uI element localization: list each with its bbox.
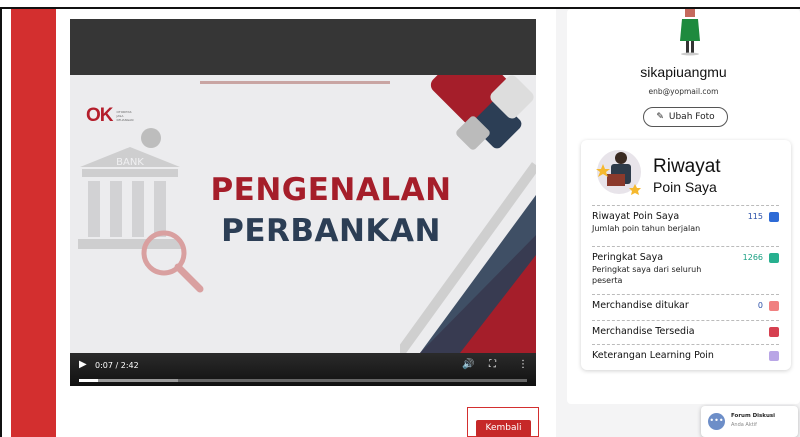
riwayat-subtitle: Poin Saya <box>653 179 717 195</box>
avatar <box>680 9 700 56</box>
video-seek-bar[interactable] <box>79 379 527 382</box>
riwayat-row[interactable]: Riwayat Poin Saya Jumlah poin tahun berja… <box>592 205 779 246</box>
video-frame: OK OTORITAS JASA KEUANGAN BANK PENGENALA… <box>70 75 536 353</box>
back-button[interactable]: Kembali <box>476 420 531 437</box>
video-time: 0:07 / 2:42 <box>95 361 139 370</box>
change-photo-label: Ubah Foto <box>668 112 715 122</box>
slide-circle-decoration <box>141 128 161 148</box>
video-player[interactable]: OK OTORITAS JASA KEUANGAN BANK PENGENALA… <box>70 19 536 386</box>
chat-bubble-icon: ••• <box>708 413 725 430</box>
riwayat-row-label: Peringkat Saya <box>592 252 664 263</box>
riwayat-row[interactable]: Peringkat Saya Peringkat saya dari seluru… <box>592 246 779 294</box>
riwayat-row-description: Jumlah poin tahun berjalan <box>592 224 701 233</box>
pencil-icon: ✎ <box>656 112 664 122</box>
profile-email: enb@yopmail.com <box>648 87 719 96</box>
slide-shapes-decoration <box>400 75 536 353</box>
left-accent-bar <box>11 9 56 437</box>
volume-icon[interactable]: 🔊 <box>462 359 474 370</box>
riwayat-row-label: Merchandise Tersedia <box>592 326 695 337</box>
bank-sign: BANK <box>116 157 144 168</box>
ojk-logo-text: OTORITAS JASA KEUANGAN <box>116 110 134 122</box>
riwayat-row-label: Riwayat Poin Saya <box>592 211 680 222</box>
profile-username: sikapiuangmu <box>640 64 727 80</box>
riwayat-row-value: 115 <box>747 212 763 221</box>
slide-decoration-line <box>200 81 390 84</box>
forum-subtitle: Anda Aktif <box>731 422 757 428</box>
change-photo-button[interactable]: ✎ Ubah Foto <box>643 107 728 127</box>
riwayat-row-description: Peringkat saya dari seluruh peserta <box>592 265 702 285</box>
riwayat-row[interactable]: Merchandise Tersedia <box>592 320 779 344</box>
document-icon <box>769 351 779 361</box>
forum-title: Forum Diskusi <box>731 413 776 419</box>
reading-person-icon <box>596 150 641 195</box>
riwayat-title: Riwayat <box>653 156 721 177</box>
star-icon <box>769 253 779 263</box>
video-letterbox-top <box>70 19 536 75</box>
riwayat-row[interactable]: Keterangan Learning Poin <box>592 344 779 366</box>
riwayat-row-label: Keterangan Learning Poin <box>592 350 714 361</box>
gift-icon <box>769 301 779 311</box>
video-controls: ▶ 0:07 / 2:42 🔊 ⛶ ⋮ <box>70 353 536 386</box>
play-icon[interactable]: ▶ <box>79 359 87 370</box>
heart-icon <box>769 327 779 337</box>
riwayat-row-value: 1266 <box>742 253 763 262</box>
chart-icon <box>769 212 779 222</box>
ojk-logo-mark: OK <box>86 105 113 126</box>
fullscreen-icon[interactable]: ⛶ <box>489 359 496 370</box>
video-progress-fill <box>79 379 99 382</box>
ojk-logo: OK OTORITAS JASA KEUANGAN <box>86 105 139 127</box>
forum-discussion-widget[interactable]: ••• Forum Diskusi Anda Aktif <box>701 406 798 437</box>
riwayat-row-value: 0 <box>757 301 763 310</box>
riwayat-row[interactable]: Merchandise ditukar 0 <box>592 294 779 320</box>
riwayat-row-label: Merchandise ditukar <box>592 300 689 311</box>
more-options-icon[interactable]: ⋮ <box>518 359 528 370</box>
